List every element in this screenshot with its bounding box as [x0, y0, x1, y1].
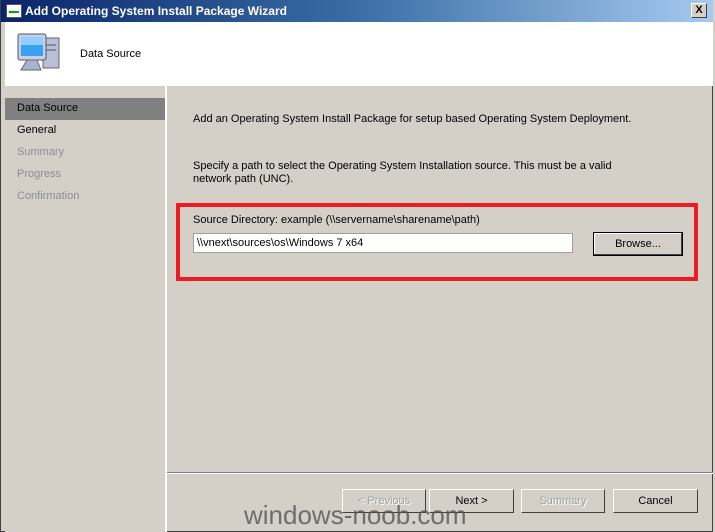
window-title: Add Operating System Install Package Wiz… [25, 4, 287, 18]
nav-item-summary: Summary [17, 146, 65, 158]
wizard-nav: Data Source General Summary Progress Con… [5, 86, 165, 532]
watermark: windows-noob.com [244, 500, 467, 530]
instruction-text: Specify a path to select the Operating S… [193, 160, 612, 185]
cancel-button[interactable]: Cancel [613, 489, 698, 513]
content-panel: Add an Operating System Install Package … [167, 86, 713, 472]
wizard-window: Add Operating System Install Package Wiz… [0, 0, 713, 532]
browse-button[interactable]: Browse... [593, 232, 683, 256]
intro-text: Add an Operating System Install Package … [193, 113, 632, 125]
summary-button[interactable]: Summary [521, 489, 605, 513]
source-directory-input[interactable] [193, 233, 573, 253]
nav-item-confirmation: Confirmation [17, 190, 80, 202]
footer-divider [167, 472, 713, 474]
source-directory-label: Source Directory: example (\\servername\… [193, 214, 480, 226]
app-icon [6, 4, 22, 18]
title-bar: Add Operating System Install Package Wiz… [1, 0, 713, 22]
wizard-header: Data Source [5, 22, 713, 86]
nav-item-progress: Progress [17, 168, 62, 180]
nav-item-data-source[interactable]: Data Source [5, 98, 165, 120]
nav-item-general[interactable]: General [5, 120, 165, 142]
page-title: Data Source [80, 48, 142, 60]
close-button[interactable]: X [691, 3, 707, 18]
computer-icon [17, 33, 60, 71]
